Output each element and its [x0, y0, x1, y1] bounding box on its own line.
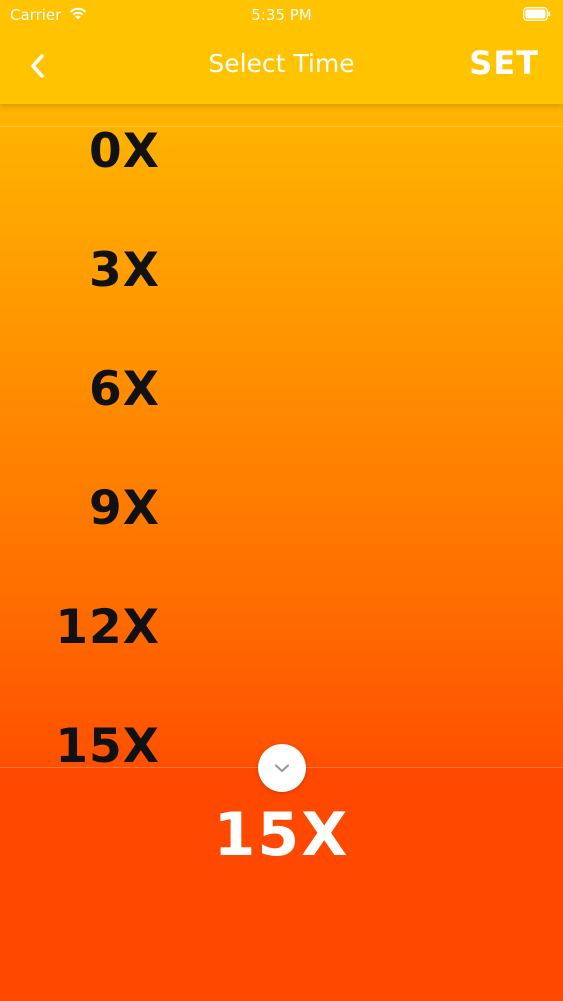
status-bar: Carrier 5:35 PM: [0, 0, 563, 30]
picker-divider: [0, 126, 563, 127]
selected-value-panel: 15X: [0, 767, 563, 1001]
picker-item[interactable]: 3X: [89, 243, 160, 298]
picker-item[interactable]: 0X: [89, 124, 160, 179]
battery-icon: [523, 7, 551, 21]
status-time: 5:35 PM: [251, 6, 312, 24]
navigation-bar: Select Time SET: [0, 30, 563, 104]
picker-item[interactable]: 6X: [89, 362, 160, 417]
set-button[interactable]: SET: [469, 44, 539, 82]
collapse-button[interactable]: [258, 744, 306, 792]
top-bar: Carrier 5:35 PM Select Time SET: [0, 0, 563, 104]
time-picker-list[interactable]: 0X 3X 6X 9X 12X 15X: [0, 104, 563, 767]
chevron-down-icon: [274, 764, 290, 773]
picker-item[interactable]: 15X: [55, 719, 160, 767]
picker-item[interactable]: 12X: [55, 600, 160, 655]
picker-item[interactable]: 9X: [89, 481, 160, 536]
selected-value: 15X: [213, 800, 350, 870]
